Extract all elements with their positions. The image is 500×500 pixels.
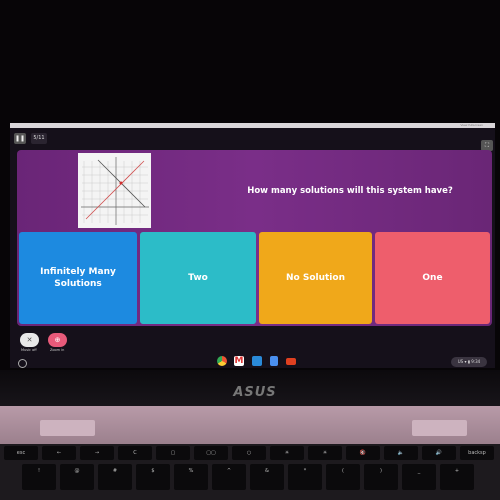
chrome-icon[interactable] <box>217 356 227 366</box>
line-1 <box>85 160 145 220</box>
youtube-icon[interactable] <box>286 358 296 365</box>
key[interactable]: esc <box>4 446 38 460</box>
key[interactable]: + <box>440 464 474 490</box>
key[interactable]: → <box>80 446 114 460</box>
key[interactable]: 🔈 <box>384 446 418 460</box>
key[interactable]: ○ <box>232 446 266 460</box>
key[interactable]: $ <box>136 464 170 490</box>
key[interactable]: ) <box>364 464 398 490</box>
files-icon[interactable] <box>252 356 262 366</box>
key[interactable]: % <box>174 464 208 490</box>
key[interactable]: backsp <box>460 446 494 460</box>
top-bar-text[interactable]: View fullscreen <box>460 123 483 127</box>
key[interactable]: # <box>98 464 132 490</box>
key[interactable]: 🔊 <box>422 446 456 460</box>
key[interactable]: @ <box>60 464 94 490</box>
question-text: How many solutions will this system have… <box>247 186 453 196</box>
zoom-in-label: Zoom in <box>50 348 65 352</box>
pause-button[interactable]: ❚❚ <box>14 133 26 144</box>
zoom-in-button[interactable]: ⊕ <box>48 333 67 347</box>
question-counter: 5/11 <box>31 133 47 144</box>
key[interactable]: _ <box>402 464 436 490</box>
key[interactable]: ▢▢ <box>194 446 228 460</box>
docs-icon[interactable] <box>270 356 278 366</box>
music-off-label: Music off <box>21 348 37 352</box>
key[interactable]: ( <box>326 464 360 490</box>
brand-logo: ASUS <box>233 385 277 400</box>
key[interactable]: * <box>288 464 322 490</box>
key[interactable]: ! <box>22 464 56 490</box>
key[interactable]: 🔇 <box>346 446 380 460</box>
key[interactable]: & <box>250 464 284 490</box>
key[interactable]: C <box>118 446 152 460</box>
launcher-button[interactable] <box>18 359 27 368</box>
graph-image <box>78 153 151 228</box>
zoom-icon: ⊕ <box>54 336 61 344</box>
hinge-left <box>40 420 95 436</box>
answer-option-2[interactable]: Two <box>140 232 256 324</box>
answer-option-1[interactable]: Infinitely Many Solutions <box>19 232 137 324</box>
gmail-icon[interactable]: M <box>234 356 244 366</box>
key[interactable]: ▢ <box>156 446 190 460</box>
key[interactable]: ← <box>42 446 76 460</box>
answer-option-3[interactable]: No Solution <box>259 232 372 324</box>
answer-option-4[interactable]: One <box>375 232 490 324</box>
key[interactable]: ☀ <box>308 446 342 460</box>
hinge-right <box>412 420 467 436</box>
intersection-point <box>119 181 123 185</box>
system-tray[interactable]: US ▾ ▮ 9:34 <box>451 357 487 367</box>
key[interactable]: ^ <box>212 464 246 490</box>
key[interactable]: ☀ <box>270 446 304 460</box>
music-off-icon: ✕ <box>26 336 33 344</box>
music-toggle-button[interactable]: ✕ <box>20 333 39 347</box>
